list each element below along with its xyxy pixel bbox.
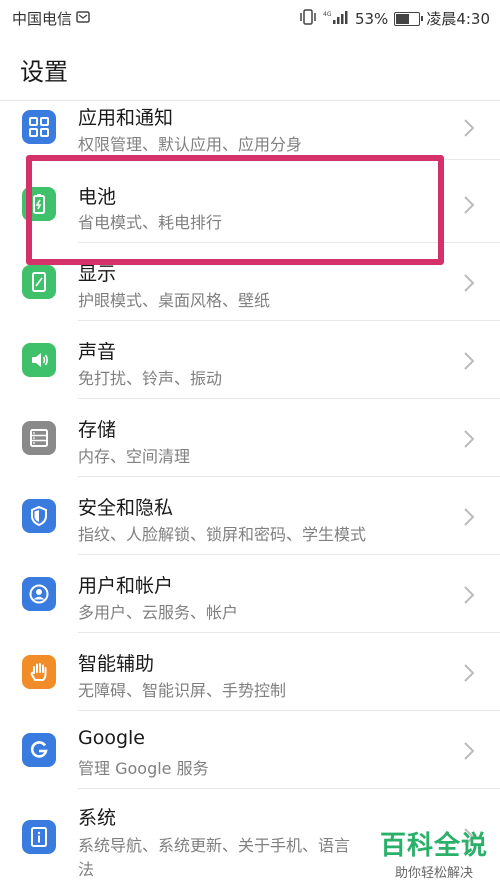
- storage-icon: [22, 421, 56, 455]
- settings-item-title: 安全和隐私: [78, 497, 174, 519]
- settings-item-sound[interactable]: 声音 免打扰、铃声、振动: [0, 321, 500, 399]
- settings-item-title: 声音: [78, 341, 117, 363]
- settings-item-subtitle: 指纹、人脸解锁、锁屏和密码、学生模式: [78, 525, 367, 544]
- settings-item-subtitle: 系统导航、系统更新、关于手机、语言: [78, 836, 351, 855]
- settings-item-apps[interactable]: 应用和通知 权限管理、默认应用、应用分身: [0, 87, 500, 160]
- status-bar-right: 4G 53% 凌晨4:30: [299, 8, 490, 29]
- chevron-right-icon: [464, 742, 475, 760]
- settings-item-subtitle: 无障碍、智能识屏、手势控制: [78, 681, 287, 700]
- settings-item-security[interactable]: 安全和隐私 指纹、人脸解锁、锁屏和密码、学生模式: [0, 477, 500, 555]
- settings-item-title: 用户和帐户: [78, 575, 174, 597]
- watermark-tagline: 助你轻松解决: [394, 866, 473, 881]
- system-info-icon: [22, 820, 56, 854]
- settings-item-subtitle: 免打扰、铃声、振动: [78, 369, 223, 388]
- chevron-right-icon: [464, 119, 475, 137]
- user-icon: [22, 577, 56, 611]
- settings-item-title: 系统: [78, 807, 117, 829]
- chevron-right-icon: [464, 352, 475, 370]
- carrier-label: 中国电信: [12, 10, 73, 28]
- clock: 凌晨4:30: [426, 10, 490, 28]
- status-bar: 中国电信 4G 53% 凌晨4:30: [0, 0, 500, 36]
- chevron-right-icon: [464, 664, 475, 682]
- chevron-right-icon: [464, 586, 475, 604]
- hand-icon: [22, 655, 56, 689]
- signal-icon: 4G: [323, 9, 349, 29]
- watermark-logo: 百科全说 助你轻松解决: [380, 825, 488, 881]
- settings-item-smart-assist[interactable]: 智能辅助 无障碍、智能识屏、手势控制: [0, 633, 500, 711]
- settings-item-subtitle: 权限管理、默认应用、应用分身: [78, 135, 303, 154]
- settings-item-subtitle: 多用户、云服务、帐户: [78, 603, 239, 622]
- highlight-box: [26, 155, 444, 265]
- page-title: 设置: [20, 58, 68, 86]
- settings-item-storage[interactable]: 存储 内存、空间清理: [0, 399, 500, 477]
- status-bar-left: 中国电信: [12, 8, 90, 29]
- notification-icon: [76, 10, 90, 28]
- chevron-right-icon: [464, 508, 475, 526]
- settings-item-subtitle: 内存、空间清理: [78, 447, 191, 466]
- settings-item-title: 智能辅助: [78, 653, 155, 675]
- battery-status-icon: [394, 12, 424, 26]
- settings-item-title: 应用和通知: [78, 107, 174, 129]
- google-icon: [22, 733, 56, 767]
- settings-item-users[interactable]: 用户和帐户 多用户、云服务、帐户: [0, 555, 500, 633]
- sound-icon: [22, 343, 56, 377]
- chevron-right-icon: [464, 274, 475, 292]
- settings-item-subtitle-continued: 法: [78, 860, 95, 879]
- watermark-brand: 百科全说: [379, 831, 488, 861]
- vibrate-icon: [299, 8, 317, 29]
- shield-icon: [22, 499, 56, 533]
- settings-item-subtitle: 管理 Google 服务: [78, 759, 209, 778]
- network-type-label: 4G: [323, 11, 332, 18]
- chevron-right-icon: [464, 196, 475, 214]
- settings-item-subtitle: 护眼模式、桌面风格、壁纸: [78, 291, 271, 310]
- chevron-right-icon: [464, 430, 475, 448]
- settings-item-title: 存储: [78, 419, 117, 441]
- battery-percent: 53%: [354, 9, 389, 28]
- display-icon: [22, 265, 56, 299]
- settings-item-google[interactable]: Google 管理 Google 服务: [0, 711, 500, 789]
- settings-item-title: Google: [78, 727, 146, 749]
- apps-icon: [22, 110, 56, 144]
